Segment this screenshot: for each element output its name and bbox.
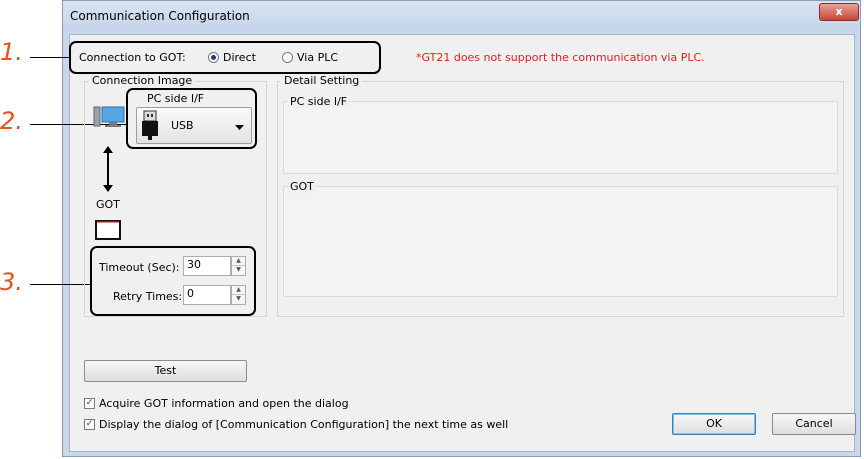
acquire-checkbox[interactable]: ✓ <box>84 398 95 409</box>
timeout-label: Timeout (Sec): <box>99 261 180 274</box>
usb-icon <box>141 110 159 141</box>
display-next-checkbox[interactable]: ✓ <box>84 419 95 430</box>
radio-direct[interactable] <box>208 52 219 63</box>
window-title: Communication Configuration <box>70 9 250 23</box>
callout-number-1: 1. <box>0 38 23 66</box>
detail-pc-side-box <box>283 101 838 174</box>
callout-number-2: 2. <box>0 107 23 135</box>
got-screen-icon <box>95 220 121 240</box>
spin-down-icon[interactable]: ▼ <box>232 295 245 303</box>
dropdown-arrow-icon <box>235 121 244 134</box>
close-icon: x <box>835 5 843 18</box>
spin-up-icon[interactable]: ▲ <box>232 286 245 295</box>
detail-got-box <box>283 186 838 297</box>
acquire-label[interactable]: Acquire GOT information and open the dia… <box>99 397 349 410</box>
detail-pc-side-title: PC side I/F <box>288 95 350 108</box>
double-arrow-icon <box>102 146 114 192</box>
pc-side-if-value: USB <box>171 119 194 132</box>
connection-label: Connection to GOT: <box>79 51 186 64</box>
radio-via-plc[interactable] <box>282 52 293 63</box>
retry-label: Retry Times: <box>113 290 183 303</box>
cancel-button[interactable]: Cancel <box>772 413 856 435</box>
callout-line-3 <box>30 284 90 285</box>
spin-down-icon[interactable]: ▼ <box>232 266 245 274</box>
retry-spinner[interactable]: ▲ ▼ <box>231 285 246 305</box>
retry-input[interactable]: 0 <box>183 285 231 305</box>
detail-setting-title: Detail Setting <box>281 74 363 87</box>
timeout-spinner[interactable]: ▲ ▼ <box>231 256 246 276</box>
radio-via-plc-label[interactable]: Via PLC <box>297 51 338 64</box>
spin-up-icon[interactable]: ▲ <box>232 257 245 266</box>
pc-side-if-dropdown[interactable]: USB <box>136 107 252 144</box>
got-label: GOT <box>96 198 120 211</box>
radio-direct-label[interactable]: Direct <box>223 51 256 64</box>
gt21-note: *GT21 does not support the communication… <box>416 51 705 64</box>
detail-got-title: GOT <box>288 180 316 193</box>
callout-line-1 <box>30 57 70 58</box>
close-button[interactable]: x <box>819 3 859 21</box>
test-button[interactable]: Test <box>84 360 247 382</box>
pc-side-if-label: PC side I/F <box>147 92 205 105</box>
connection-image-title: Connection Image <box>89 74 196 87</box>
ok-button[interactable]: OK <box>672 413 756 435</box>
pc-icon <box>92 104 126 132</box>
display-next-label[interactable]: Display the dialog of [Communication Con… <box>99 418 508 431</box>
callout-number-3: 3. <box>0 268 23 296</box>
timeout-input[interactable]: 30 <box>183 256 231 276</box>
